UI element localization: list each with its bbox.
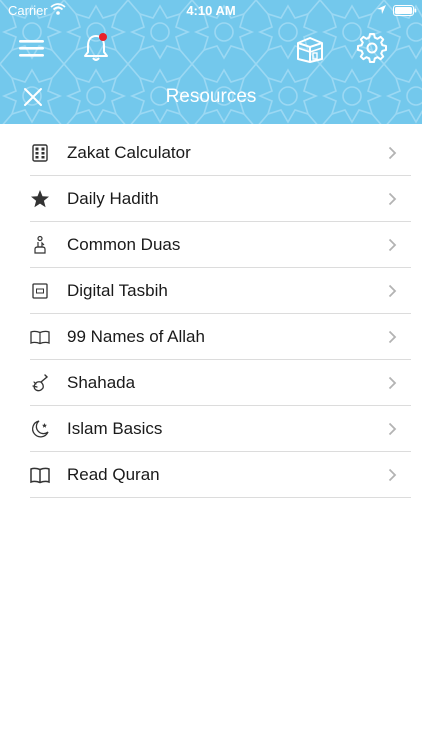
resource-label: Daily Hadith xyxy=(67,189,159,208)
page-title: Resources xyxy=(165,86,257,107)
notification-dot xyxy=(99,33,107,41)
chevron-right-icon xyxy=(388,330,397,344)
counter-icon xyxy=(32,283,48,299)
resource-item-common-duas[interactable]: Common Duas xyxy=(30,222,411,268)
resource-label: Islam Basics xyxy=(67,419,163,438)
status-bar: Carrier 4:10 AM xyxy=(0,0,422,22)
resource-label: Digital Tasbih xyxy=(67,281,168,300)
chevron-right-icon xyxy=(388,284,397,298)
resource-label: Common Duas xyxy=(67,235,181,254)
resource-item-zakat-calculator[interactable]: Zakat Calculator xyxy=(30,130,411,176)
battery-icon xyxy=(393,5,417,16)
kaaba-icon[interactable] xyxy=(296,35,324,63)
crescent-star-icon xyxy=(32,420,49,438)
calculator-icon xyxy=(32,144,48,162)
status-time: 4:10 AM xyxy=(186,3,236,18)
resource-label: 99 Names of Allah xyxy=(67,327,205,346)
resource-item-read-quran[interactable]: Read Quran xyxy=(30,452,411,498)
resource-item-islam-basics[interactable]: Islam Basics xyxy=(30,406,411,452)
resource-item-shahada[interactable]: Shahada xyxy=(30,360,411,406)
open-book-icon xyxy=(30,330,50,345)
quran-book-icon xyxy=(30,467,50,484)
chevron-right-icon xyxy=(388,422,397,436)
settings-gear-icon[interactable] xyxy=(357,33,387,63)
hamburger-menu-icon[interactable] xyxy=(18,34,46,62)
chevron-right-icon xyxy=(388,146,397,160)
chevron-right-icon xyxy=(388,238,397,252)
resource-label: Read Quran xyxy=(67,465,160,484)
resource-item-99-names-of-allah[interactable]: 99 Names of Allah xyxy=(30,314,411,360)
chevron-right-icon xyxy=(388,192,397,206)
star-icon xyxy=(31,190,49,208)
resource-label: Zakat Calculator xyxy=(67,143,191,162)
index-finger-icon xyxy=(32,374,49,392)
praying-hands-icon xyxy=(34,235,46,254)
resources-list: Zakat Calculator Daily Hadith Common Dua… xyxy=(0,130,422,498)
location-arrow-icon xyxy=(377,5,386,14)
chevron-right-icon xyxy=(388,468,397,482)
notification-bell-icon[interactable] xyxy=(82,32,112,64)
chevron-right-icon xyxy=(388,376,397,390)
app-header: Carrier 4:10 AM Resources xyxy=(0,0,422,124)
resource-item-daily-hadith[interactable]: Daily Hadith xyxy=(30,176,411,222)
resource-item-digital-tasbih[interactable]: Digital Tasbih xyxy=(30,268,411,314)
resource-label: Shahada xyxy=(67,373,136,392)
